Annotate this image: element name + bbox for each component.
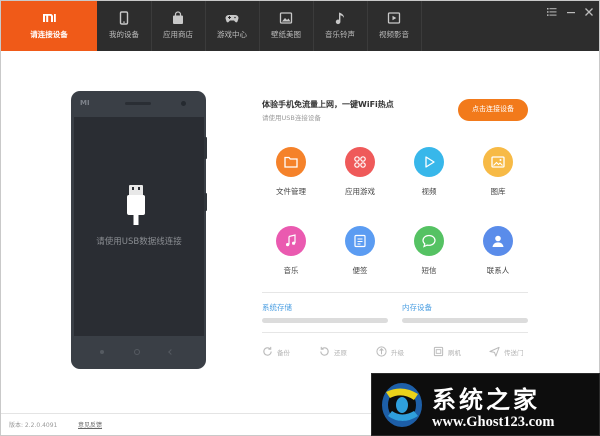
note-icon: [354, 234, 366, 248]
phone-speaker: [125, 102, 151, 105]
tab-music-ringtones[interactable]: 音乐铃声: [313, 1, 367, 51]
contacts-button[interactable]: [483, 226, 513, 256]
app-label: 联系人: [486, 266, 510, 275]
phone-power-button: [204, 193, 207, 211]
tab-video[interactable]: 视频影音: [367, 1, 421, 51]
feedback-link[interactable]: 意见反馈: [78, 420, 102, 429]
version-text: 版本: 2.2.0.4091: [9, 422, 58, 429]
app-label: 短信: [421, 266, 437, 275]
tab-label: 游戏中心: [217, 30, 247, 39]
shopping-bag-icon: [173, 11, 183, 24]
tab-label: 我的设备: [109, 30, 139, 39]
tab-label: 视频影音: [379, 30, 409, 39]
menu-icon[interactable]: [546, 6, 558, 18]
tab-connect-device[interactable]: 请连接设备: [1, 1, 97, 51]
usb-cable-icon: [127, 185, 145, 225]
section-divider: [262, 332, 528, 333]
flash-icon: [433, 346, 444, 357]
phone-brand-logo: MI: [80, 99, 90, 107]
tab-my-device[interactable]: 我的设备: [97, 1, 151, 51]
toolbar-label: 传送门: [504, 349, 524, 357]
video-play-icon: [387, 12, 401, 24]
watermark-logo-icon: [382, 383, 422, 427]
phone-home-key: [134, 349, 140, 355]
upgrade-icon: [376, 346, 387, 357]
tab-label: 应用商店: [163, 30, 193, 39]
section-divider: [262, 292, 528, 293]
system-storage-bar: [262, 318, 388, 323]
app-label: 图库: [490, 187, 506, 196]
toolbar-label: 备份: [277, 349, 290, 357]
watermark-banner: 系统之家 www.Ghost123.com: [371, 373, 600, 436]
wifi-promo-title: 体验手机免流量上网，一键WiFi热点: [262, 100, 394, 109]
phone-menu-key: [100, 350, 104, 354]
gamepad-icon: [225, 15, 239, 23]
connect-device-button[interactable]: 点击连接设备: [458, 99, 528, 121]
contact-icon: [492, 235, 504, 247]
app-label: 便签: [352, 266, 368, 275]
app-label: 应用游戏: [345, 187, 375, 196]
tab-game-center[interactable]: 游戏中心: [205, 1, 259, 51]
music-button[interactable]: [276, 226, 306, 256]
close-icon[interactable]: [583, 6, 595, 18]
tab-label: 请连接设备: [30, 30, 68, 39]
app-window: 请连接设备 我的设备 应用商店 游戏中心 壁纸美图 音乐铃声 视频影音 MI 请…: [0, 0, 600, 436]
send-icon: [489, 346, 500, 357]
tab-label: 壁纸美图: [271, 30, 301, 39]
phone-volume-button: [204, 137, 207, 159]
restore-icon: [320, 346, 329, 356]
apps-games-button[interactable]: [345, 147, 375, 177]
app-label: 音乐: [283, 266, 299, 275]
app-label: 文件管理: [276, 187, 306, 196]
top-nav-bar: 请连接设备 我的设备 应用商店 游戏中心 壁纸美图 音乐铃声 视频影音: [1, 1, 599, 51]
minimize-icon[interactable]: [565, 6, 577, 18]
backup-icon: [263, 346, 272, 356]
music-note-icon: [335, 12, 345, 25]
memory-storage-label: 内存设备: [402, 303, 432, 312]
toolbar-label: 升级: [391, 349, 404, 357]
nav-divider: [421, 1, 422, 51]
system-storage-label: 系统存储: [262, 303, 292, 312]
gallery-icon: [491, 156, 505, 168]
tab-label: 音乐铃声: [325, 30, 355, 39]
phone-camera: [181, 101, 186, 106]
video-play-icon: [425, 156, 435, 168]
video-button[interactable]: [414, 147, 444, 177]
picture-icon: [279, 12, 293, 24]
chat-bubble-icon: [422, 234, 436, 248]
sms-button[interactable]: [414, 226, 444, 256]
phone-screen: [74, 117, 204, 336]
usb-connect-hint: 请使用USB数据线连接: [96, 237, 182, 247]
folder-icon: [284, 156, 298, 168]
toolbar-label: 刷机: [448, 349, 461, 357]
wifi-promo-subtitle: 请使用USB连接设备: [262, 114, 321, 122]
mi-logo-icon: [43, 14, 56, 22]
app-label: 视频: [421, 187, 437, 196]
gallery-button[interactable]: [483, 147, 513, 177]
phone-icon: [119, 11, 129, 25]
watermark-url: www.Ghost123.com: [432, 414, 555, 430]
memory-storage-bar: [402, 318, 528, 323]
watermark-title: 系统之家: [432, 385, 540, 414]
tab-wallpaper[interactable]: 壁纸美图: [259, 1, 313, 51]
file-manager-button[interactable]: [276, 147, 306, 177]
app-grid-icon: [354, 156, 366, 168]
music-note-icon: [286, 234, 296, 247]
tab-app-store[interactable]: 应用商店: [151, 1, 205, 51]
notes-button[interactable]: [345, 226, 375, 256]
toolbar-label: 还原: [334, 349, 347, 357]
